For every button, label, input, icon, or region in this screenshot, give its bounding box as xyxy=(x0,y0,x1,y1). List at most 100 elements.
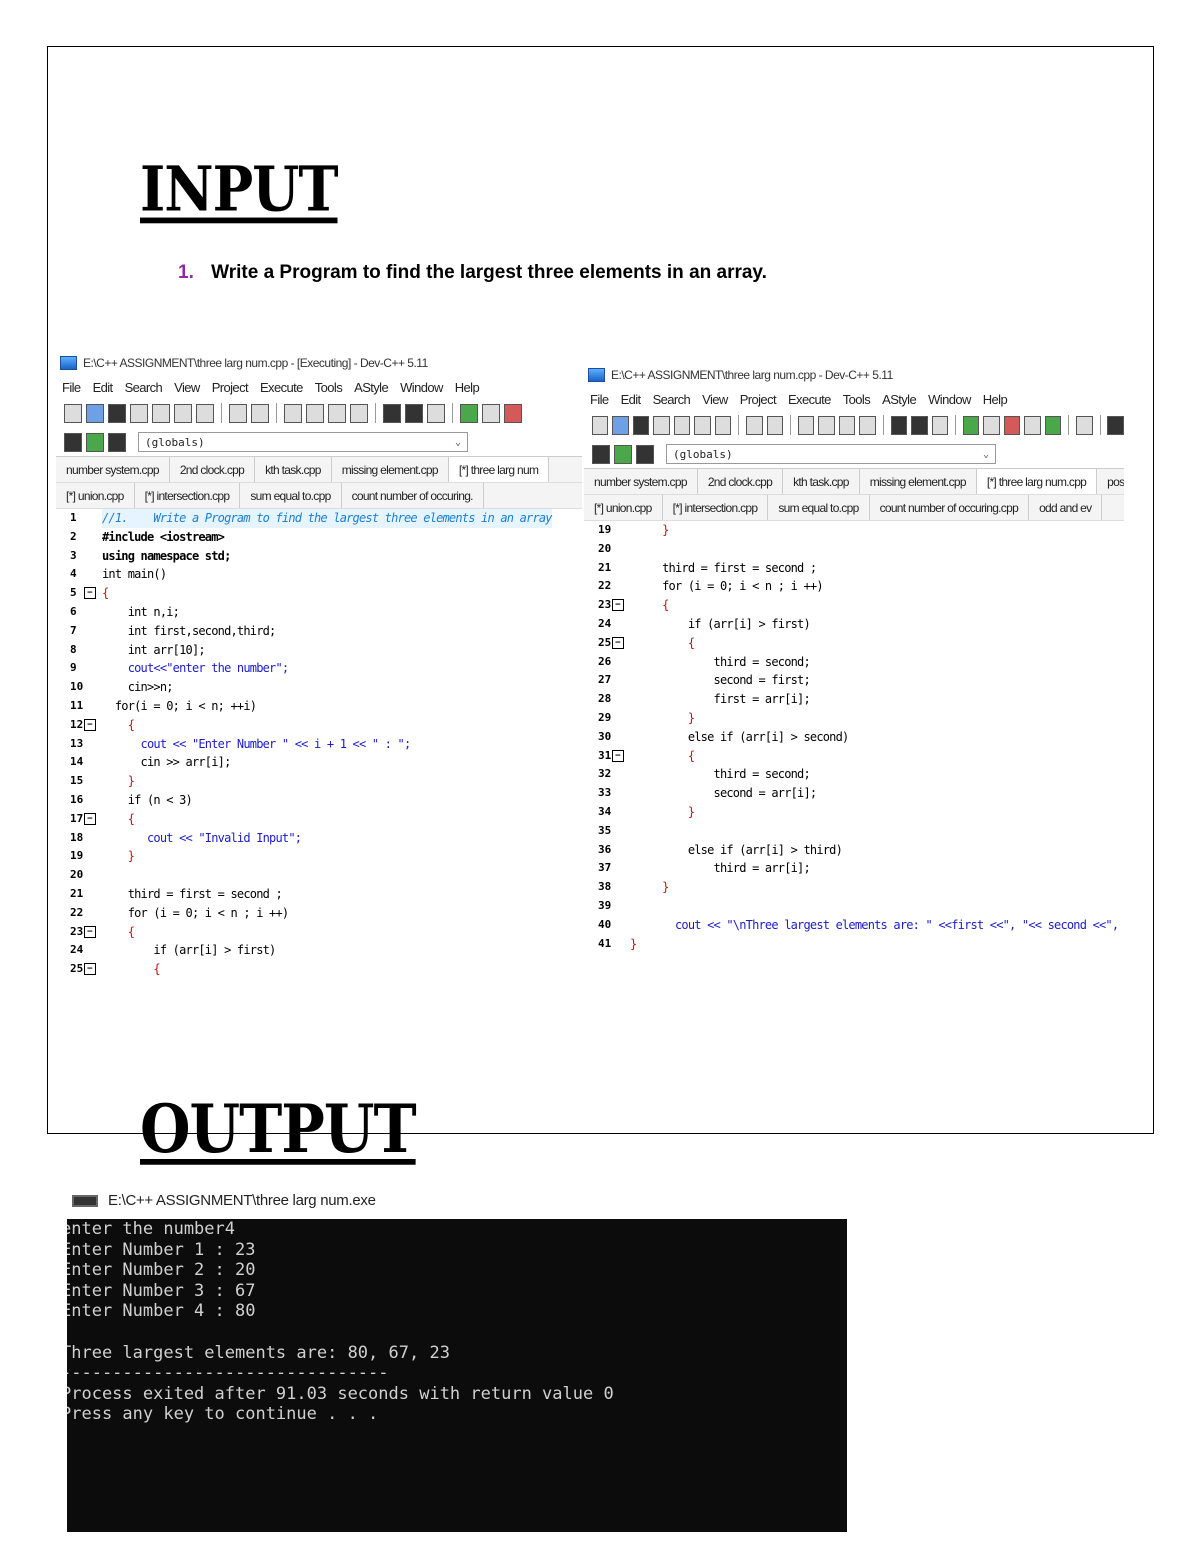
file-tab[interactable]: 2nd clock.cpp xyxy=(170,457,256,482)
menu-item-window[interactable]: Window xyxy=(400,380,443,395)
print-icon[interactable] xyxy=(714,415,732,435)
file-tab[interactable]: kth task.cpp xyxy=(255,457,332,482)
rebuild-icon[interactable] xyxy=(1024,415,1041,435)
menu-item-astyle[interactable]: AStyle xyxy=(882,392,917,407)
run-icon[interactable] xyxy=(983,415,1000,435)
insert-icon[interactable] xyxy=(86,432,104,452)
toggle-panel-icon[interactable] xyxy=(636,444,654,464)
fold-toggle-icon[interactable]: − xyxy=(84,963,96,976)
file-tab[interactable]: odd and ev xyxy=(1029,495,1103,520)
find-icon[interactable] xyxy=(797,415,815,435)
menu-item-astyle[interactable]: AStyle xyxy=(354,380,389,395)
menu-item-file[interactable]: File xyxy=(590,392,609,407)
print-icon[interactable] xyxy=(196,403,214,423)
file-tab[interactable]: kth task.cpp xyxy=(783,469,860,494)
goto-bookmark-icon[interactable] xyxy=(405,403,423,423)
menu-item-search[interactable]: Search xyxy=(653,392,691,407)
file-tab[interactable]: [*] union.cpp xyxy=(584,495,663,520)
file-tab[interactable]: sum equal to.cpp xyxy=(768,495,870,520)
indent-icon[interactable] xyxy=(328,403,346,423)
syntax-check-icon[interactable] xyxy=(1044,415,1062,435)
class-browser-icon[interactable] xyxy=(64,432,82,452)
toggle-icon[interactable] xyxy=(931,415,948,435)
open-file-icon[interactable] xyxy=(612,415,629,435)
chart-icon[interactable] xyxy=(1107,415,1124,435)
file-tab[interactable]: [*] intersection.cpp xyxy=(663,495,769,520)
find-icon[interactable] xyxy=(284,403,302,423)
menu-item-execute[interactable]: Execute xyxy=(260,380,303,395)
close-all-icon[interactable] xyxy=(174,403,192,423)
replace-icon[interactable] xyxy=(306,403,324,423)
run-icon[interactable] xyxy=(482,403,500,423)
close-file-icon[interactable] xyxy=(673,415,691,435)
redo-icon[interactable] xyxy=(251,403,269,423)
close-file-icon[interactable] xyxy=(152,403,170,423)
stop-icon[interactable] xyxy=(1076,415,1093,435)
open-file-icon[interactable] xyxy=(86,403,104,423)
indent-icon[interactable] xyxy=(838,415,856,435)
menu-item-view[interactable]: View xyxy=(702,392,728,407)
menu-item-help[interactable]: Help xyxy=(455,380,480,395)
compile-run-icon[interactable] xyxy=(504,403,522,423)
globals-dropdown[interactable]: (globals) ⌄ xyxy=(138,432,468,452)
menu-item-edit[interactable]: Edit xyxy=(93,380,114,395)
replace-icon[interactable] xyxy=(818,415,835,435)
file-tab[interactable]: count number of occuring.cpp xyxy=(870,495,1030,520)
save-all-icon[interactable] xyxy=(130,403,148,423)
menu-item-file[interactable]: File xyxy=(62,380,81,395)
fold-toggle-icon[interactable]: − xyxy=(612,636,624,649)
compile-icon[interactable] xyxy=(460,403,478,423)
file-tab[interactable]: missing element.cpp xyxy=(860,469,977,494)
menu-item-help[interactable]: Help xyxy=(983,392,1008,407)
fold-toggle-icon[interactable]: − xyxy=(612,599,624,612)
file-tab[interactable]: positive neg xyxy=(1097,469,1124,494)
code-editor[interactable]: 1 //1. Write a Program to find the larges… xyxy=(56,509,582,979)
save-icon[interactable] xyxy=(632,415,650,435)
file-tab[interactable]: [*] union.cpp xyxy=(56,483,135,508)
menu-item-edit[interactable]: Edit xyxy=(621,392,642,407)
goto-bookmark-icon[interactable] xyxy=(911,415,928,435)
code-editor[interactable]: 19 } 20 21 third = first = second ; 22 for … xyxy=(584,521,1124,953)
fold-toggle-icon[interactable]: − xyxy=(84,812,96,825)
save-all-icon[interactable] xyxy=(653,415,670,435)
compile-run-icon[interactable] xyxy=(1003,415,1021,435)
fold-toggle-icon[interactable]: − xyxy=(84,718,96,731)
menu-item-view[interactable]: View xyxy=(174,380,200,395)
file-tab[interactable]: [*] intersection.cpp xyxy=(135,483,241,508)
bookmark-icon[interactable] xyxy=(890,415,908,435)
redo-icon[interactable] xyxy=(766,415,783,435)
fold-toggle-icon[interactable]: − xyxy=(84,587,96,600)
menu-item-tools[interactable]: Tools xyxy=(315,380,343,395)
menu-item-window[interactable]: Window xyxy=(928,392,971,407)
menu-item-tools[interactable]: Tools xyxy=(843,392,871,407)
compile-icon[interactable] xyxy=(962,415,980,435)
insert-icon[interactable] xyxy=(614,444,632,464)
unindent-icon[interactable] xyxy=(859,415,876,435)
undo-icon[interactable] xyxy=(746,415,763,435)
toggle-panel-icon[interactable] xyxy=(108,432,126,452)
toggle-icon[interactable] xyxy=(427,403,445,423)
menu-item-project[interactable]: Project xyxy=(740,392,777,407)
file-tab[interactable]: number system.cpp xyxy=(584,469,698,494)
globals-dropdown[interactable]: (globals) ⌄ xyxy=(666,444,996,464)
file-tab[interactable]: sum equal to.cpp xyxy=(240,483,342,508)
undo-icon[interactable] xyxy=(229,403,247,423)
save-icon[interactable] xyxy=(108,403,126,423)
fold-toggle-icon[interactable]: − xyxy=(84,925,96,938)
file-tab[interactable]: 2nd clock.cpp xyxy=(698,469,784,494)
bookmark-icon[interactable] xyxy=(383,403,401,423)
new-file-icon[interactable] xyxy=(64,403,82,423)
menu-item-search[interactable]: Search xyxy=(125,380,163,395)
fold-toggle-icon[interactable]: − xyxy=(612,749,624,762)
file-tab[interactable]: number system.cpp xyxy=(56,457,170,482)
close-all-icon[interactable] xyxy=(694,415,711,435)
new-file-icon[interactable] xyxy=(592,415,609,435)
file-tab[interactable]: count number of occuring. xyxy=(342,483,484,508)
menu-item-project[interactable]: Project xyxy=(212,380,249,395)
file-tab[interactable]: [*] three larg num.cpp xyxy=(976,469,1098,494)
file-tab[interactable]: [*] three larg num xyxy=(448,457,550,482)
unindent-icon[interactable] xyxy=(350,403,368,423)
file-tab[interactable]: missing element.cpp xyxy=(332,457,449,482)
class-browser-icon[interactable] xyxy=(592,444,610,464)
menu-item-execute[interactable]: Execute xyxy=(788,392,831,407)
